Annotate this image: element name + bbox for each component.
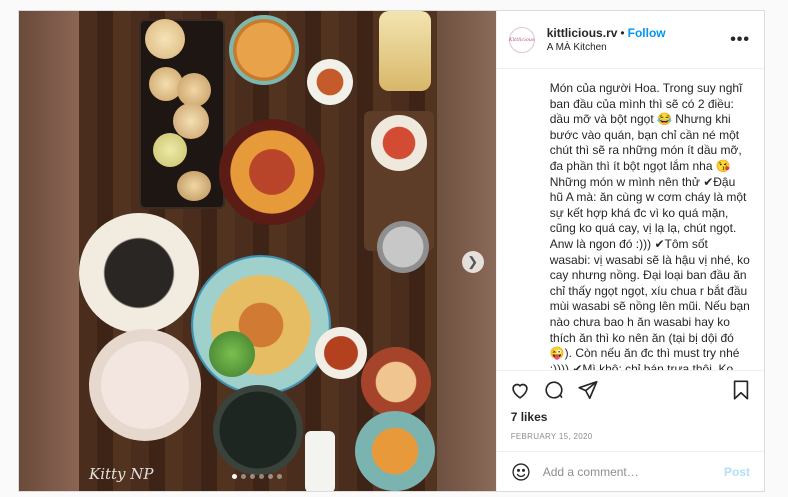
post-comment-button[interactable]: Post (724, 465, 750, 479)
avatar-logo-text: Kittlicious (508, 36, 535, 43)
post-media[interactable]: Kitty NP ❯ (19, 11, 496, 491)
post-sidebar: Kittlicious kittlicious.rv • Follow A MÀ K… (495, 11, 764, 491)
bookmark-icon[interactable] (730, 379, 752, 401)
username-link[interactable]: kittlicious.rv (547, 26, 618, 40)
location-link[interactable]: A MÀ Kitchen (547, 41, 730, 55)
media-backdrop-right (435, 11, 496, 491)
action-bar (496, 370, 764, 408)
more-horizontal-icon[interactable]: ••• (730, 31, 750, 49)
steamer-black-dumplings (79, 213, 199, 333)
follow-button[interactable]: Follow (628, 26, 666, 40)
share-icon[interactable] (577, 379, 599, 401)
caption-text: Món của người Hoa. Trong suy nghĩ ban đầ… (549, 81, 750, 370)
likes-count[interactable]: 7 likes (497, 408, 764, 424)
separator-dot: • (620, 25, 625, 40)
media-backdrop-left (19, 11, 79, 491)
post-header: Kittlicious kittlicious.rv • Follow A MÀ K… (496, 11, 764, 69)
avatar[interactable]: Kittlicious (508, 26, 535, 53)
carousel-indicator (19, 474, 496, 479)
comment-icon[interactable] (543, 379, 565, 401)
carousel-dot (259, 474, 265, 479)
post-caption: Món của người Hoa. Trong suy nghĩ ban đầ… (497, 69, 764, 370)
noodle-bowl (191, 255, 331, 395)
carousel-dot (232, 474, 238, 479)
food-photo[interactable] (79, 11, 437, 491)
chevron-right-icon[interactable]: ❯ (461, 251, 484, 273)
steamer-har-gow (89, 329, 201, 441)
carousel-dot (241, 474, 247, 479)
carousel-dot (250, 474, 256, 479)
carousel-dot (268, 474, 274, 479)
heart-icon[interactable] (509, 379, 531, 401)
emoji-icon[interactable] (511, 462, 531, 482)
carousel-dot (277, 474, 283, 479)
comment-bar: Post (496, 451, 764, 491)
tofu-bowl (229, 15, 299, 85)
post-date: FEBRUARY 15, 2020 (510, 432, 593, 441)
clay-pot (219, 119, 325, 225)
post-dialog: Kitty NP ❯ Kittlicious kittlicious.rv • Fo… (18, 10, 765, 492)
comment-input[interactable] (542, 464, 724, 479)
